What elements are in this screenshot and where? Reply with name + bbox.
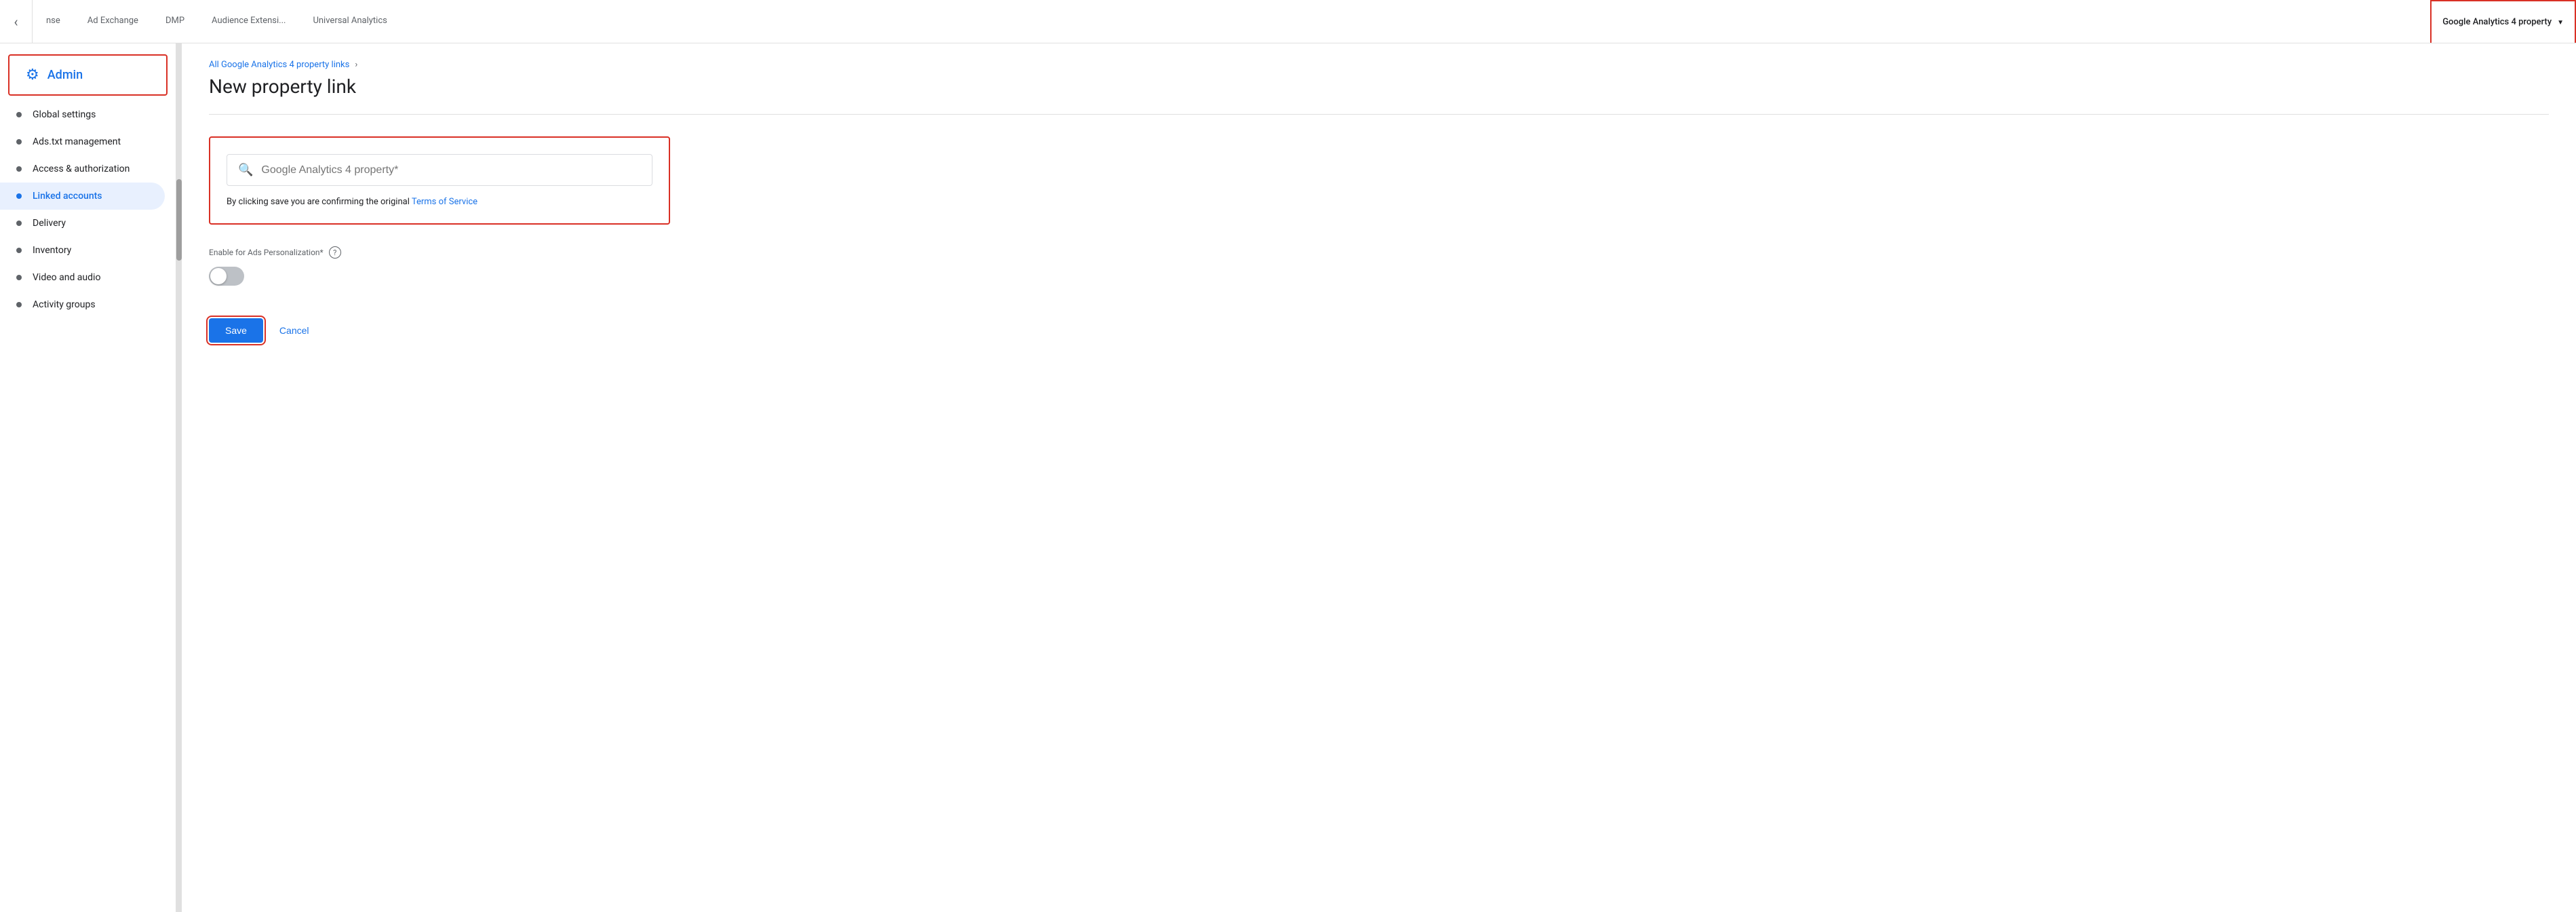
sidebar-item-video-audio[interactable]: Video and audio [0, 264, 165, 291]
sidebar-item-label: Linked accounts [33, 191, 102, 202]
tab-dmp[interactable]: DMP [152, 0, 198, 43]
sidebar-header-label: Admin [47, 68, 83, 82]
tab-ga4-dropdown[interactable]: Google Analytics 4 property [2430, 0, 2576, 43]
sidebar-item-label: Video and audio [33, 272, 100, 283]
sidebar-item-activity-groups[interactable]: Activity groups [0, 291, 165, 318]
sidebar: ⚙ Admin Global settings Ads.txt manageme… [0, 43, 176, 912]
tab-bar: nse Ad Exchange DMP Audience Extensi... … [33, 0, 2576, 43]
tab-universal-analytics[interactable]: Universal Analytics [299, 0, 400, 43]
sidebar-dot [16, 275, 22, 280]
scrollbar-track[interactable] [176, 43, 182, 912]
tab-ad-exchange[interactable]: Ad Exchange [74, 0, 152, 43]
sidebar-item-delivery[interactable]: Delivery [0, 210, 165, 237]
form-section: 🔍 By clicking save you are confirming th… [209, 136, 670, 225]
breadcrumb: All Google Analytics 4 property links › [209, 60, 2549, 70]
sidebar-dot-active [16, 193, 22, 199]
ga4-property-search-input[interactable] [261, 164, 641, 176]
toggle-thumb [210, 268, 227, 284]
sidebar-item-global-settings[interactable]: Global settings [0, 101, 165, 128]
sidebar-dot [16, 139, 22, 145]
tab-ga4-label: Google Analytics 4 property [2442, 17, 2552, 27]
tab-audience-extension[interactable]: Audience Extensi... [198, 0, 299, 43]
tab-nse[interactable]: nse [33, 0, 74, 43]
search-box: 🔍 [227, 154, 652, 186]
sidebar-item-label: Global settings [33, 109, 96, 120]
sidebar-item-label: Inventory [33, 245, 71, 256]
sidebar-item-label: Ads.txt management [33, 136, 121, 147]
back-icon: ‹ [14, 14, 18, 30]
sidebar-dot [16, 166, 22, 172]
tos-text: By clicking save you are confirming the … [227, 197, 652, 207]
page-title: New property link [209, 75, 2549, 98]
search-icon: 🔍 [238, 163, 253, 177]
back-button[interactable]: ‹ [0, 0, 33, 43]
admin-icon: ⚙ [26, 66, 39, 83]
breadcrumb-chevron-icon: › [355, 60, 357, 70]
cancel-button[interactable]: Cancel [274, 318, 315, 343]
sidebar-item-label: Delivery [33, 218, 66, 229]
divider [209, 114, 2549, 115]
sidebar-item-label: Activity groups [33, 299, 96, 310]
ads-personalization-section: Enable for Ads Personalization* ? [209, 246, 670, 286]
main-content: All Google Analytics 4 property links › … [182, 43, 2576, 912]
chevron-down-icon [2557, 17, 2564, 27]
sidebar-item-access-auth[interactable]: Access & authorization [0, 155, 165, 183]
ads-personalization-toggle[interactable] [209, 267, 244, 286]
sidebar-dot [16, 302, 22, 307]
save-button[interactable]: Save [209, 318, 263, 343]
main-layout: ⚙ Admin Global settings Ads.txt manageme… [0, 43, 2576, 912]
sidebar-dot [16, 112, 22, 117]
breadcrumb-link[interactable]: All Google Analytics 4 property links [209, 60, 349, 70]
sidebar-item-ads-txt[interactable]: Ads.txt management [0, 128, 165, 155]
sidebar-header[interactable]: ⚙ Admin [8, 54, 168, 96]
tos-prefix: By clicking save you are confirming the … [227, 197, 412, 207]
top-nav: ‹ nse Ad Exchange DMP Audience Extensi..… [0, 0, 2576, 43]
help-icon[interactable]: ? [329, 246, 341, 259]
sidebar-item-inventory[interactable]: Inventory [0, 237, 165, 264]
tos-link[interactable]: Terms of Service [412, 197, 477, 207]
sidebar-item-label: Access & authorization [33, 164, 130, 174]
ads-personalization-label: Enable for Ads Personalization* ? [209, 246, 670, 259]
action-buttons: Save Cancel [209, 318, 2549, 343]
sidebar-dot [16, 221, 22, 226]
sidebar-dot [16, 248, 22, 253]
sidebar-item-linked-accounts[interactable]: Linked accounts [0, 183, 165, 210]
scrollbar-thumb[interactable] [176, 179, 182, 261]
